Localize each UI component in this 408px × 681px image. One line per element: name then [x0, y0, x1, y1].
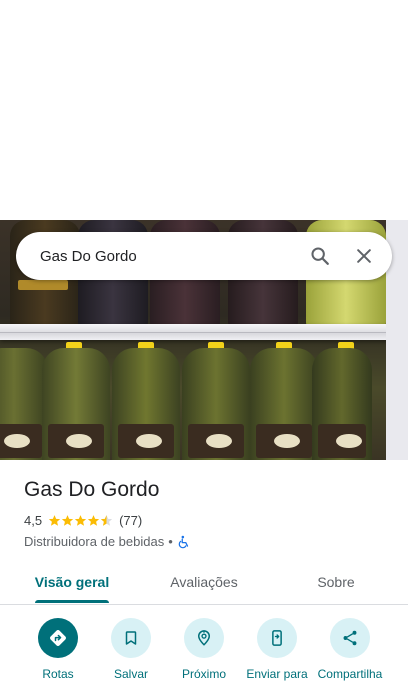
share-label: Compartilha	[317, 667, 383, 681]
directions-icon	[50, 630, 66, 646]
nearby-icon	[197, 630, 211, 646]
place-category: Distribuidora de bebidas	[24, 534, 165, 549]
rating-stars	[48, 514, 113, 527]
send-to-phone-label: Enviar para	[246, 667, 308, 681]
save-button[interactable]: Salvar	[93, 618, 169, 681]
bookmark-icon	[125, 631, 137, 645]
place-tabs: Visão geral Avaliações Sobre	[0, 562, 408, 604]
star-icon	[61, 515, 74, 526]
star-icon	[74, 515, 87, 526]
wheelchair-accessible-icon	[178, 535, 188, 548]
rating-value: 4,5	[24, 513, 43, 528]
blank-map-area	[0, 0, 408, 220]
send-to-phone-button[interactable]: Enviar para	[239, 618, 315, 681]
active-tab-indicator	[35, 600, 109, 603]
tab-about[interactable]: Sobre	[294, 562, 378, 602]
directions-label: Rotas	[42, 667, 74, 681]
send-to-phone-icon	[272, 630, 282, 646]
tab-reviews[interactable]: Avaliações	[150, 562, 258, 602]
category-row: Distribuidora de bebidas •	[24, 534, 191, 549]
tabs-divider	[0, 604, 408, 605]
nearby-button[interactable]: Próximo	[166, 618, 242, 681]
star-icon	[87, 515, 100, 526]
search-bar[interactable]: Gas Do Gordo	[16, 232, 392, 280]
share-icon	[343, 630, 357, 646]
search-button[interactable]	[300, 236, 340, 276]
separator-dot: •	[168, 534, 173, 549]
review-count[interactable]: (77)	[119, 513, 142, 528]
save-label: Salvar	[113, 667, 148, 681]
tab-overview[interactable]: Visão geral	[20, 562, 124, 602]
close-icon	[357, 249, 371, 263]
action-bar: Rotas Salvar Próximo Enviar para Compart…	[0, 618, 408, 681]
rating-row[interactable]: 4,5 (77)	[24, 513, 142, 528]
directions-button[interactable]: Rotas	[20, 618, 96, 681]
search-icon	[311, 247, 329, 265]
search-input[interactable]: Gas Do Gordo	[40, 248, 300, 265]
close-button[interactable]	[344, 236, 384, 276]
star-icon	[48, 515, 61, 526]
half-star-icon	[100, 515, 113, 526]
share-button[interactable]: Compartilha	[312, 618, 388, 681]
nearby-label: Próximo	[181, 667, 226, 681]
place-title: Gas Do Gordo	[24, 478, 160, 501]
